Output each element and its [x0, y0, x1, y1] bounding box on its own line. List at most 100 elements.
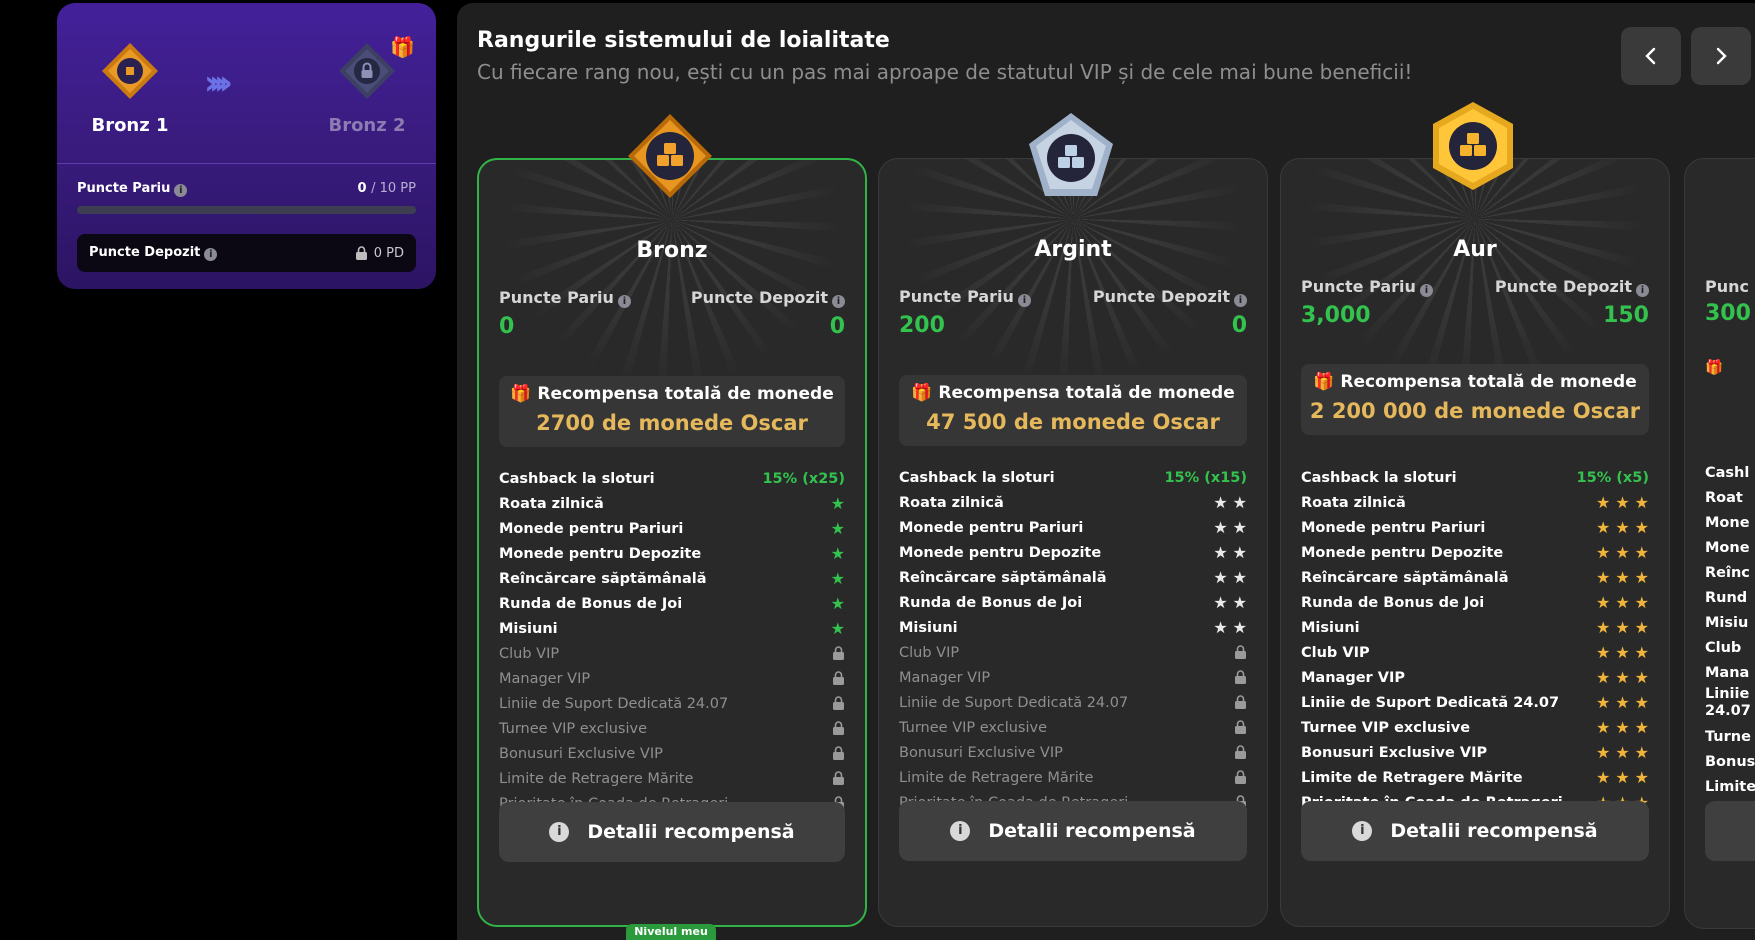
benefit-value: ★★★ [1596, 494, 1649, 511]
reward-box: 🎁 Recompensa totală de monede 2700 de mon… [499, 376, 845, 448]
star-icon: ★ [1615, 517, 1630, 537]
benefit-row: Turnee VIP exclusive [899, 715, 1247, 740]
benefit-label: Reîncărcare săptămânală [899, 569, 1107, 586]
benefit-row: Reîncărcare săptămânală ★ [499, 566, 845, 591]
benefit-value: ★★★ [1595, 742, 1649, 762]
info-icon[interactable]: i [1017, 294, 1031, 307]
lock-icon [1234, 720, 1247, 735]
info-icon[interactable]: i [174, 184, 188, 197]
deposit-points-value: 150 [1603, 303, 1649, 328]
lock-icon [832, 771, 845, 786]
benefit-row: Club VIP ★ ★ ★ [1301, 640, 1649, 665]
benefit-value [1234, 645, 1247, 660]
bet-points-value: 200 [899, 313, 945, 338]
info-icon[interactable]: i [204, 248, 218, 261]
points-row: Puncte Pariu i 200 Puncte Depozit i 0 [899, 287, 1247, 338]
details-button[interactable]: i Detalii recompensă [899, 801, 1247, 861]
reward-label-row: 🎁 Recompensa totală de monede [907, 383, 1239, 403]
star-icon: ★ [1595, 717, 1611, 737]
bet-points: Puncte Pariu i 0 [499, 288, 631, 339]
lock-icon [832, 671, 845, 686]
benefit-value: ★★★ [1596, 617, 1649, 637]
benefit-value: ★★★ [1595, 717, 1649, 737]
star-icon: ★ [1615, 692, 1630, 712]
benefit-label: Bonusuri Exclusive VIP [499, 745, 663, 762]
bet-points: Puncte Pariu i 3,000 [1301, 277, 1433, 328]
benefit-label: Limite de Retragere Mărite [499, 770, 694, 787]
deposit-points-label: Puncte Depozit [1494, 277, 1632, 296]
benefit-label: Limite [1705, 779, 1755, 795]
info-icon[interactable]: i [617, 295, 631, 308]
benefit-value: ★★★ [1596, 769, 1649, 786]
benefit-row: Monede pentru Pariuri ★ [499, 516, 845, 541]
points-row: Puncte Pariu i 0 Puncte Depozit i 0 [499, 288, 845, 339]
locked-badge-icon [337, 41, 397, 101]
benefit-label: Mone [1705, 540, 1750, 556]
star-icon: ★ [830, 618, 845, 638]
benefit-label: Monede pentru Depozite [899, 544, 1102, 561]
deposit-points: Puncte Depozit i 0 [691, 288, 845, 339]
benefit-row: Misiuni ★ ★ ★ [1301, 615, 1649, 640]
details-button[interactable]: i Detalii recompensă [499, 802, 845, 862]
star-icon: ★ [1615, 642, 1630, 662]
benefit-label: Club VIP [499, 645, 560, 662]
star-icon: ★ [1615, 717, 1630, 737]
benefit-label: Monede pentru Depozite [1301, 544, 1504, 561]
benefit-row: Monede pentru Pariuri ★ ★ ★ [1301, 515, 1649, 540]
bet-points-value: 0 [499, 314, 515, 339]
info-icon[interactable]: i [832, 295, 845, 308]
benefit-label: Bonus [1705, 754, 1755, 770]
benefit-row: Liniie de Suport Dedicată 24.07 [899, 690, 1247, 715]
benefit-value: ★★★ [1596, 692, 1649, 712]
star-icon: ★ [1595, 742, 1611, 762]
benefit-row: Manager VIP ★ ★ ★ [1301, 665, 1649, 690]
benefit-row: Monede pentru Depozite ★ [499, 541, 845, 566]
info-icon[interactable]: i [1234, 294, 1247, 307]
benefit-label: Roata zilnică [1301, 494, 1406, 511]
divider [57, 163, 436, 164]
reward-value: 2700 de monede Oscar [536, 411, 808, 435]
my-level-tag: Nivelul meu [626, 924, 716, 940]
benefit-value: ★ ★ [1213, 592, 1247, 612]
benefit-label: Roat [1705, 490, 1743, 506]
benefit-value [1234, 720, 1247, 735]
deposit-points-value: 0 [829, 314, 845, 339]
reward-value: 2 200 000 de monede Oscar [1309, 399, 1641, 423]
benefit-label: Mone [1705, 515, 1750, 531]
benefit-value [832, 746, 845, 761]
prev-button[interactable] [1621, 27, 1681, 85]
benefit-label: Runda de Bonus de Joi [899, 594, 1083, 611]
info-icon[interactable]: i [1636, 284, 1649, 297]
benefit-value [832, 671, 845, 686]
benefit-label: Manager VIP [499, 670, 591, 687]
benefit-value [832, 646, 845, 661]
star-icon: ★ [1634, 542, 1649, 562]
next-rank-name: Bronz 2 [328, 115, 406, 136]
details-button[interactable] [1705, 801, 1755, 861]
points-row: Puncte Pariu i 3,000 Puncte Depozit i 150 [1301, 277, 1649, 328]
benefit-label: Roata zilnică [899, 494, 1004, 511]
benefit-value: ★★★ [1596, 542, 1649, 562]
details-button[interactable]: i Detalii recompensă [1301, 801, 1649, 861]
reward-value: 47 500 de monede Oscar [926, 410, 1220, 434]
benefit-label: Manager VIP [1301, 669, 1405, 686]
benefit-row: Reîncărcare săptămânală ★ ★ ★ [1301, 565, 1649, 590]
benefit-label: Club [1705, 640, 1742, 656]
benefit-label: Turne [1705, 729, 1751, 745]
star-icon: ★ [1615, 617, 1630, 637]
benefit-label: Misiuni [499, 620, 558, 637]
benefit-value: ★ [831, 570, 845, 587]
benefit-label: Monede pentru Pariuri [1301, 519, 1486, 536]
star-icon: ★ [830, 593, 845, 613]
reward-box: 🎁 Recompensa totală de monede 2 200 000 d… [1301, 364, 1649, 436]
next-button[interactable] [1691, 27, 1751, 85]
lock-icon [355, 245, 368, 261]
benefit-value: ★ [830, 593, 845, 613]
benefit-row: Liniie de Suport Dedicată 24.07 [499, 691, 845, 716]
star-icon: ★ [1232, 592, 1247, 612]
benefit-value: ★ ★ [1213, 569, 1247, 586]
star-icon: ★ [1634, 567, 1649, 587]
benefit-label: Runda de Bonus de Joi [499, 595, 683, 612]
info-icon[interactable]: i [1419, 284, 1433, 297]
star-icon: ★ [1213, 492, 1228, 512]
